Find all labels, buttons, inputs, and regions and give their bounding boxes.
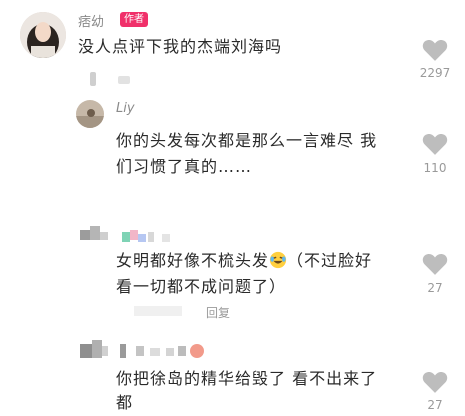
mosaic-block: [100, 232, 108, 240]
comment-text-line: 你的头发每次都是那么一言难尽 我: [116, 131, 378, 150]
avatar-liy[interactable]: [76, 100, 104, 128]
mosaic-block: [150, 348, 160, 356]
mosaic-block: [118, 76, 130, 84]
comment-author-name[interactable]: Liy: [116, 101, 135, 116]
comment-text-line: 看一切都不成问题了）: [116, 277, 287, 296]
comment-text-line: 都: [116, 393, 134, 412]
reply-button[interactable]: 回复: [206, 304, 230, 321]
comment-text-line: 女明都好像不梳头发 （不过脸好: [116, 248, 372, 274]
heart-icon[interactable]: [422, 132, 448, 156]
comment-text: 没人点评下我的杰端刘海吗: [78, 37, 283, 56]
heart-icon[interactable]: [422, 252, 448, 276]
name-mosaic: [120, 342, 206, 360]
like-count: 2297: [419, 66, 451, 80]
comment-text-part: （不过脸好: [287, 251, 373, 270]
mosaic-block: [134, 306, 182, 316]
mosaic-block: [190, 344, 204, 358]
mosaic-block: [178, 346, 186, 356]
mosaic-block: [136, 346, 144, 356]
mosaic-block: [138, 234, 146, 242]
avatar-author-image: [20, 12, 66, 58]
comment-text-line: 们习惯了真的……: [116, 157, 253, 176]
mosaic-block: [80, 344, 92, 358]
mosaic-block: [130, 230, 138, 240]
mosaic-block: [102, 346, 108, 356]
mosaic-block: [90, 226, 100, 240]
comment-text-line: 你把徐岛的精华给毁了 看不出来了: [116, 369, 378, 388]
avatar-mosaic[interactable]: [80, 340, 108, 362]
mosaic-block: [92, 340, 102, 358]
mosaic-block: [162, 234, 170, 242]
author-badge: 作者: [120, 12, 148, 27]
mosaic-block: [122, 232, 130, 242]
laughing-emoji-icon: [269, 251, 287, 269]
name-mosaic: [122, 228, 182, 246]
mosaic-block: [90, 72, 96, 86]
like-count: 110: [423, 161, 447, 175]
like-count: 27: [427, 281, 443, 295]
like-count: 27: [427, 398, 443, 412]
mosaic-block: [148, 232, 154, 242]
avatar-author[interactable]: [20, 12, 66, 58]
comment-text-part: 女明都好像不梳头发: [116, 251, 270, 270]
heart-icon[interactable]: [422, 38, 448, 62]
mosaic-block: [166, 348, 174, 356]
avatar-mosaic[interactable]: [80, 224, 108, 244]
mosaic-block: [120, 344, 126, 358]
heart-icon[interactable]: [422, 370, 448, 394]
avatar-liy-image: [76, 100, 104, 128]
comment-author-name[interactable]: 痞幼: [78, 11, 104, 30]
mosaic-block: [80, 230, 90, 240]
